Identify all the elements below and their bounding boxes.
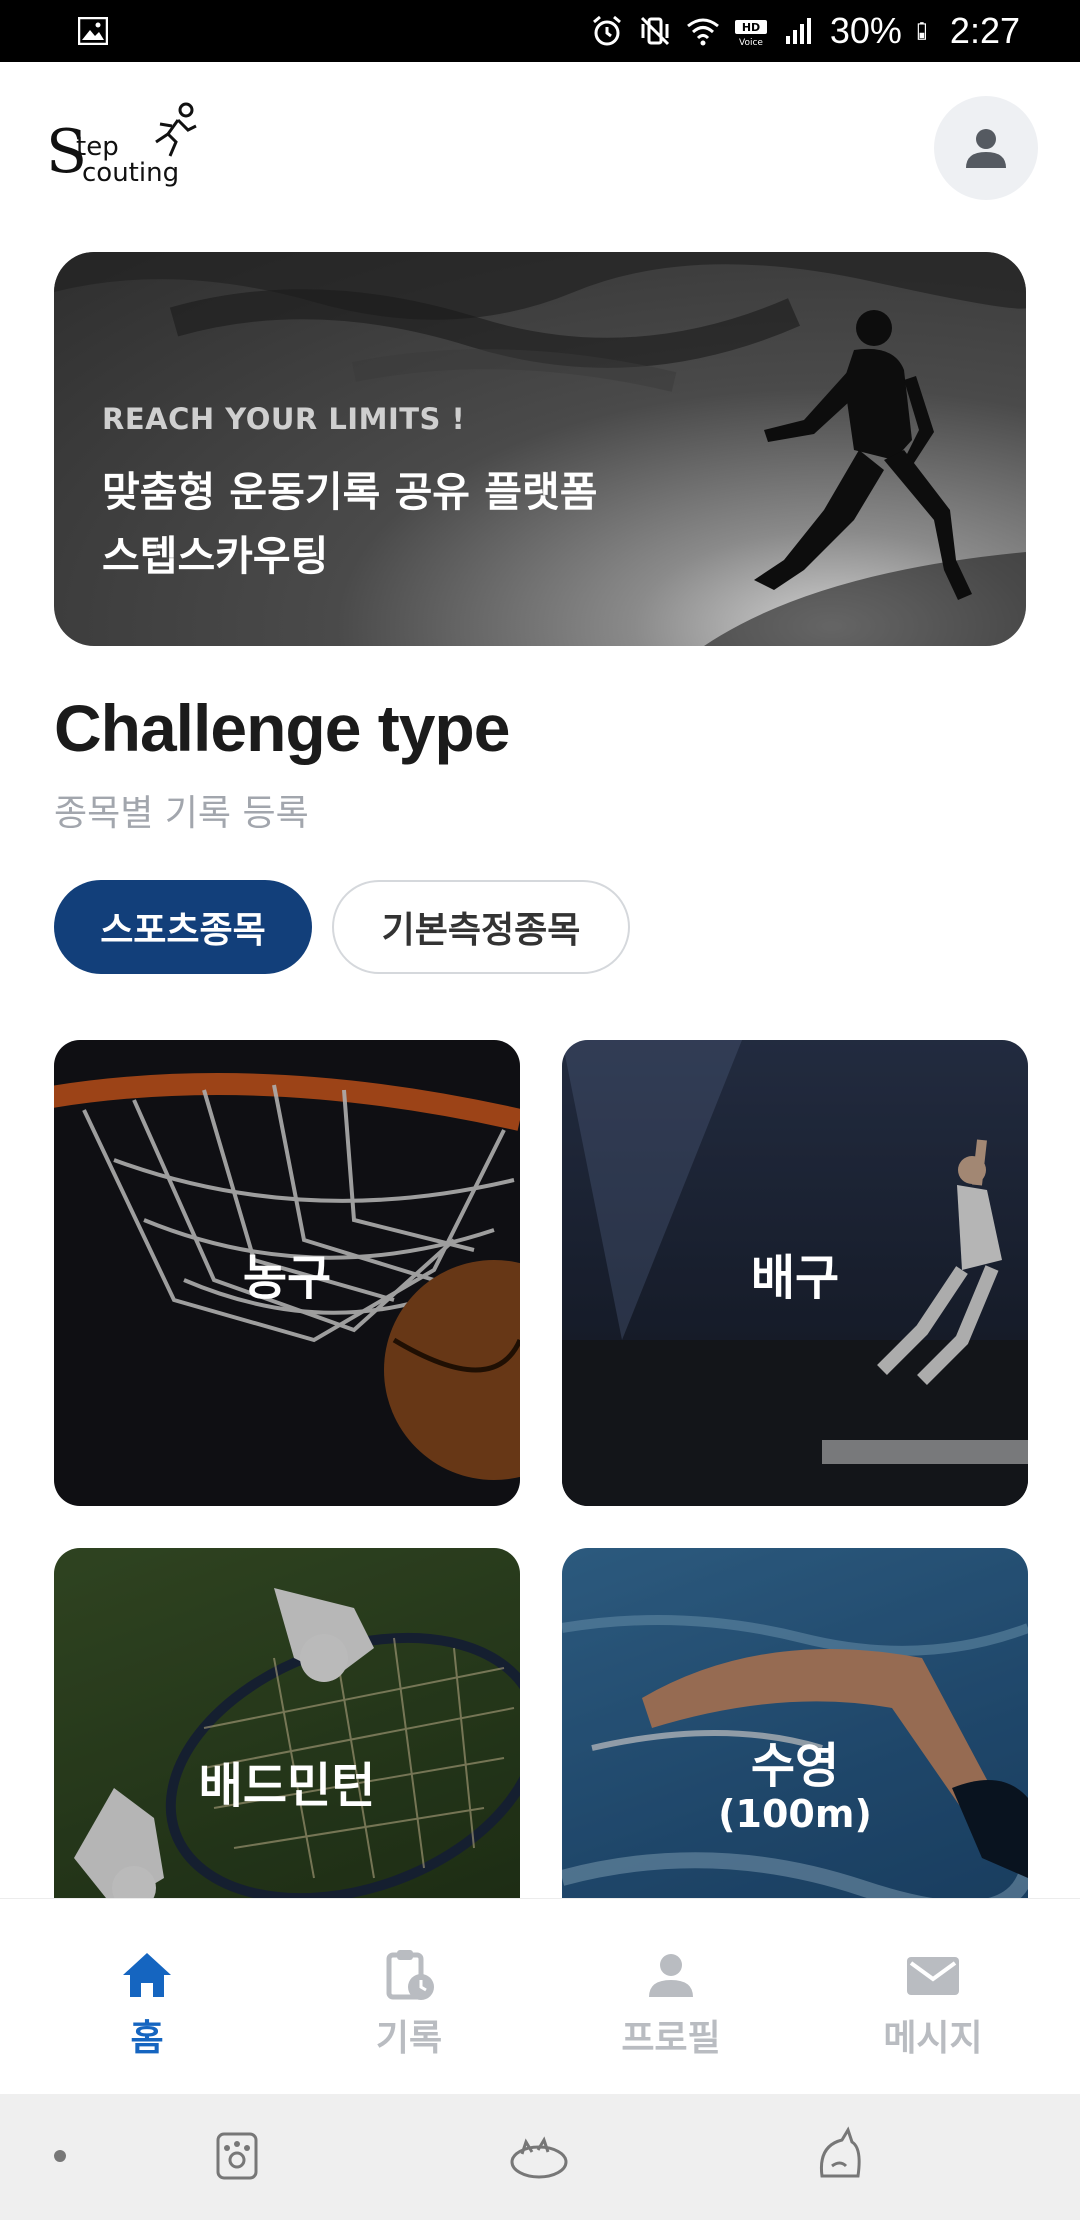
card-sublabel-swimming: (100m) (718, 1792, 872, 1836)
card-label-basketball: 농구 (242, 1250, 332, 1306)
clock: 2:27 (949, 10, 1020, 51)
hd-voice-icon: HD Voice (734, 20, 767, 48)
vibrate-mute-icon (640, 16, 669, 46)
status-bar: HD Voice 30% 2:27 (0, 0, 1080, 62)
banner-title-line1: 맞춤형 운동기록 공유 플랫폼 (102, 468, 598, 516)
banner-subtitle: REACH YOUR LIMITS ! (102, 402, 466, 436)
battery-percent: 30% (829, 10, 902, 51)
gallery-icon (78, 17, 108, 45)
system-navigation-bar (0, 2094, 1080, 2220)
section-title: Challenge type (54, 691, 510, 765)
nav-label-profile: 프로필 (621, 2018, 721, 2059)
dot-icon[interactable] (52, 2148, 68, 2164)
nav-records[interactable]: 기록 (274, 1899, 544, 2095)
svg-text:Voice: Voice (739, 38, 763, 48)
sleeping-cat-icon[interactable] (508, 2130, 570, 2180)
nav-home[interactable]: 홈 (12, 1899, 282, 2095)
clipboard-clock-icon (386, 1950, 434, 2000)
card-basketball[interactable]: 농구 (54, 1040, 520, 1506)
chip-sports[interactable]: 스포츠종목 (54, 880, 312, 974)
banner-title-line2: 스텝스카우팅 (102, 532, 329, 580)
battery-icon (917, 22, 926, 40)
person-icon (649, 1954, 693, 1997)
cat-icon[interactable] (812, 2126, 868, 2184)
home-icon (123, 1953, 171, 1997)
alarm-icon (592, 15, 621, 46)
runner-silhouette-image (754, 310, 972, 600)
nav-label-home: 홈 (130, 2018, 164, 2059)
hero-banner[interactable]: REACH YOUR LIMITS ! 맞춤형 운동기록 공유 플랫폼 스텝스카… (54, 252, 1026, 646)
svg-text:HD: HD (742, 21, 760, 34)
card-label-badminton: 배드민턴 (198, 1758, 376, 1814)
logo-text-bottom: couting (82, 158, 180, 188)
app-logo[interactable]: S tep couting (46, 102, 202, 192)
wifi-icon (686, 18, 719, 46)
mail-icon (907, 1957, 959, 1995)
running-man-icon (155, 102, 197, 157)
card-label-swimming: 수영 (750, 1738, 840, 1794)
paw-clipboard-icon[interactable] (212, 2128, 262, 2182)
nav-label-records: 기록 (375, 2018, 443, 2059)
card-volleyball[interactable]: 배구 (562, 1040, 1028, 1506)
bottom-navigation: 홈 기록 프로필 메시지 (0, 1898, 1080, 2095)
chip-basic-measurement[interactable]: 기본측정종목 (332, 880, 630, 974)
nav-label-messages: 메시지 (883, 2018, 983, 2059)
section-subtitle: 종목별 기록 등록 (54, 793, 309, 834)
signal-icon (785, 18, 811, 44)
nav-profile[interactable]: 프로필 (536, 1899, 806, 2095)
nav-messages[interactable]: 메시지 (798, 1899, 1068, 2095)
profile-button[interactable] (934, 96, 1038, 200)
person-icon (966, 129, 1006, 168)
card-label-volleyball: 배구 (750, 1250, 840, 1306)
